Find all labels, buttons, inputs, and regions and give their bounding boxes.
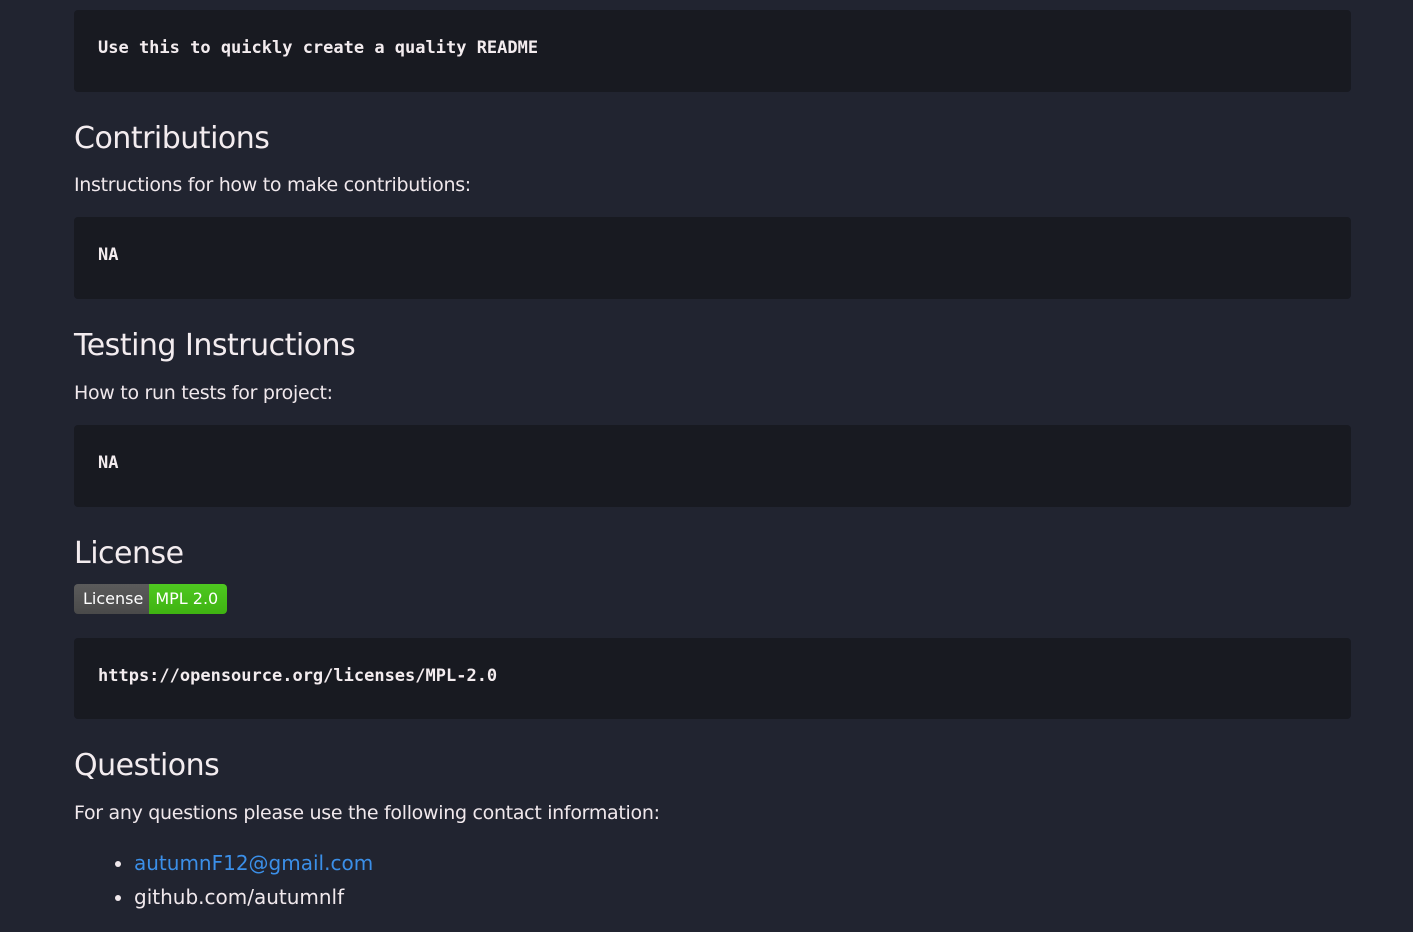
usage-code-block: Use this to quickly create a quality REA… xyxy=(74,10,1351,92)
testing-heading: Testing Instructions xyxy=(74,328,356,363)
contributions-heading: Contributions xyxy=(74,121,270,156)
contact-github-item: github.com/autumnlf xyxy=(134,880,373,914)
usage-code: Use this to quickly create a quality REA… xyxy=(98,38,539,58)
contact-list: autumnF12@gmail.com github.com/autumnlf xyxy=(74,846,373,914)
testing-code: NA xyxy=(98,453,119,473)
license-code-block: https://opensource.org/licenses/MPL-2.0 xyxy=(74,638,1351,719)
contributions-code: NA xyxy=(98,245,119,265)
contributions-code-block: NA xyxy=(74,217,1351,299)
contact-email-item: autumnF12@gmail.com xyxy=(134,846,373,880)
questions-text: For any questions please use the followi… xyxy=(74,802,660,824)
license-badge[interactable]: License MPL 2.0 xyxy=(74,584,228,614)
testing-code-block: NA xyxy=(74,425,1351,507)
license-badge-value: MPL 2.0 xyxy=(149,584,228,614)
questions-heading: Questions xyxy=(74,748,220,783)
github-text: github.com/autumnlf xyxy=(134,885,345,909)
license-badge-label: License xyxy=(74,584,150,614)
testing-text: How to run tests for project: xyxy=(74,382,333,404)
contributions-text: Instructions for how to make contributio… xyxy=(74,174,471,196)
license-url: https://opensource.org/licenses/MPL-2.0 xyxy=(98,666,498,686)
license-heading: License xyxy=(74,536,184,571)
email-link[interactable]: autumnF12@gmail.com xyxy=(134,851,373,875)
